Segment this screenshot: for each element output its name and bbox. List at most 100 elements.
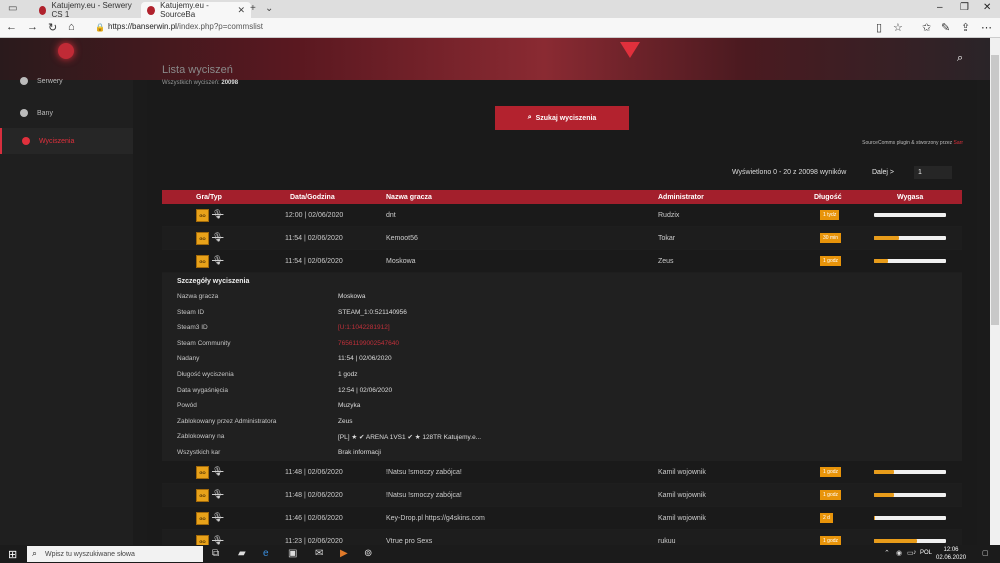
cell-admin: Tokar	[658, 235, 676, 242]
table-row[interactable]: GO 🎙 12:00 | 02/06/2020 dnt Rudzix 1 tydz	[162, 204, 962, 227]
length-badge: 1 godz	[820, 489, 842, 500]
task-view-icon[interactable]: ⧉	[212, 548, 219, 559]
detail-value: Zeus	[338, 417, 353, 425]
detail-value: 12:54 | 02/06/2020	[338, 386, 393, 394]
browser-tabbar: ▭ Katujemy.eu - Serwery CS 1 Katujemy.eu…	[0, 0, 1000, 19]
back-icon[interactable]: ←	[6, 21, 17, 33]
language-indicator[interactable]: POL	[920, 550, 932, 556]
csgo-game-icon: GO	[196, 511, 209, 525]
tab-label: Katujemy.eu - SourceBa	[160, 1, 209, 19]
plugin-author-link[interactable]: Sarr	[954, 140, 963, 146]
address-bar: ← → ↻ ⌂ 🔒 https://banserwin.pl/index.php…	[0, 18, 1000, 38]
detail-row: Nazwa gracza Moskowa	[162, 289, 962, 305]
tab-sourcebans[interactable]: Katujemy.eu - SourceBa ✕	[141, 1, 251, 19]
forward-icon[interactable]: →	[27, 21, 38, 33]
refresh-icon[interactable]: ↻	[48, 21, 57, 34]
clock[interactable]: 12:06 02.06.2020	[936, 546, 966, 562]
cell-player: Moskowa	[386, 258, 416, 265]
edge-browser-icon[interactable]: e	[263, 548, 269, 559]
notifications-icon[interactable]: ▢	[982, 549, 989, 557]
subtitle-count: 20098	[221, 80, 239, 86]
more-menu-icon[interactable]: ⋯	[981, 21, 992, 34]
server-icon	[20, 77, 28, 85]
home-icon[interactable]: ⌂	[68, 21, 75, 33]
expiry-progress-fill	[874, 515, 876, 520]
expiry-progress-bar	[874, 492, 946, 497]
favorite-star-icon[interactable]: ☆	[893, 21, 903, 34]
muted-mic-icon: 🎙	[212, 534, 224, 545]
search-mutes-button[interactable]: ⌕ Szukaj wyciszenia	[495, 106, 629, 130]
header-expires: Wygasa	[897, 193, 924, 201]
sidebar-item-wyciszenia[interactable]: Wyciszenia	[0, 128, 133, 154]
url-field[interactable]: https://banserwin.pl/index.php?p=commsli…	[108, 22, 263, 31]
table-row[interactable]: GO 🎙 11:54 | 02/06/2020 Moskowa Zeus 1 godz	[162, 250, 962, 273]
page: ⌕ Serwery Bany Wyciszenia Lista wyciszeń…	[0, 38, 1000, 545]
media-player-icon[interactable]: ▶	[340, 548, 348, 559]
detail-key: Wszystkich kar	[177, 448, 221, 456]
table-row[interactable]: GO 🎙 11:46 | 02/06/2020 Key-Drop.pl https:/…	[162, 507, 962, 530]
file-explorer-icon[interactable]: ▰	[238, 548, 246, 559]
notes-icon[interactable]: ✎	[941, 21, 950, 34]
cell-date: 11:48 | 02/06/2020	[285, 468, 343, 476]
mail-icon[interactable]: ✉	[315, 548, 323, 559]
detail-key: Steam Community	[177, 339, 231, 347]
site-logo-icon[interactable]	[58, 43, 74, 59]
cell-date: 12:00 | 02/06/2020	[285, 212, 344, 219]
cell-date: 11:46 | 02/06/2020	[285, 514, 343, 522]
store-icon[interactable]: ▣	[288, 548, 297, 559]
tab-close-icon[interactable]: ✕	[237, 5, 245, 16]
table-header: Gra/Typ Data/Godzina Nazwa gracza Admini…	[162, 190, 962, 204]
tab-list-chevron-icon[interactable]: ⌄	[265, 3, 273, 14]
table-row[interactable]: GO 🎙 11:48 | 02/06/2020 !Natsu !smoczy zabó…	[162, 461, 962, 484]
reading-view-icon[interactable]: ▯	[876, 21, 882, 34]
table-row[interactable]: GO 🎙 11:48 | 02/06/2020 !Natsu !smoczy zabó…	[162, 483, 962, 507]
search-button-label: Szukaj wyciszenia	[535, 114, 597, 122]
detail-key: Długość wyciszenia	[177, 370, 234, 378]
muted-mic-icon: 🎙	[212, 232, 224, 242]
cell-admin: Kamil wojownik	[658, 514, 706, 522]
header-date: Data/Godzina	[290, 193, 335, 201]
windows-start-icon[interactable]: ⊞	[8, 548, 17, 561]
detail-link[interactable]: [U:1:1042281912]	[338, 324, 390, 331]
sidebar-item-bany[interactable]: Bany	[0, 100, 133, 126]
detail-key: Zablokowany przez Administratora	[177, 417, 277, 425]
tab-actions-icon[interactable]: ▭	[8, 3, 17, 14]
cell-player: !Natsu !smoczy zabójca!	[386, 468, 462, 476]
length-badge: 30 min	[820, 233, 842, 243]
next-page-link[interactable]: Dalej >	[872, 169, 894, 176]
sidebar-item-label: Serwery	[37, 77, 63, 85]
page-subtitle: Wszystkich wyciszeń: 20098	[162, 80, 238, 86]
tab-label: Katujemy.eu - Serwery CS 1	[51, 1, 132, 19]
expiry-progress-bar	[874, 213, 946, 217]
search-icon[interactable]: ⌕	[957, 52, 963, 65]
tab-serwery[interactable]: Katujemy.eu - Serwery CS 1	[33, 1, 141, 19]
maximize-icon[interactable]: ❐	[960, 2, 969, 13]
scrollbar-thumb[interactable]	[991, 55, 999, 325]
csgo-game-icon: GO	[196, 534, 209, 545]
sidebar-item-serwery[interactable]: Serwery	[0, 68, 133, 94]
taskbar-search[interactable]: ⌕ Wpisz tu wyszukiwane słowa	[27, 546, 203, 562]
header-admin: Administrator	[658, 193, 704, 201]
volume-icon[interactable]: ♪	[913, 549, 917, 556]
table-row[interactable]: GO 🎙 11:23 | 02/06/2020 Vtrue pro Sexs rukuu…	[162, 529, 962, 545]
minimize-icon[interactable]: –	[937, 2, 943, 13]
new-tab-icon[interactable]: +	[250, 3, 256, 14]
cell-date: 11:54 | 02/06/2020	[285, 258, 343, 265]
share-icon[interactable]: ⇪	[961, 21, 970, 34]
favorites-icon[interactable]: ✩	[922, 21, 931, 34]
cell-admin: Kamil wojownik	[658, 491, 706, 499]
detail-link[interactable]: 76561199002547640	[338, 340, 399, 347]
cell-player: !Natsu !smoczy zabójca!	[386, 491, 462, 499]
tray-chevron-icon[interactable]: ⌃	[884, 549, 890, 557]
detail-key: Powód	[177, 402, 197, 410]
close-window-icon[interactable]: ✕	[983, 2, 991, 13]
csgo-game-icon: GO	[196, 232, 209, 245]
detail-row: Data wygaśnięcia 12:54 | 02/06/2020	[162, 383, 962, 399]
header-player: Nazwa gracza	[386, 193, 432, 201]
tray-app-icon[interactable]: ◉	[896, 549, 902, 557]
lock-icon: 🔒	[95, 23, 105, 32]
steam-icon[interactable]: ⊚	[364, 548, 372, 559]
table-row[interactable]: GO 🎙 11:54 | 02/06/2020 Kemoot56 Tokar 30 min	[162, 227, 962, 250]
page-select[interactable]: 1	[914, 166, 952, 179]
expiry-progress-bar	[874, 259, 946, 263]
